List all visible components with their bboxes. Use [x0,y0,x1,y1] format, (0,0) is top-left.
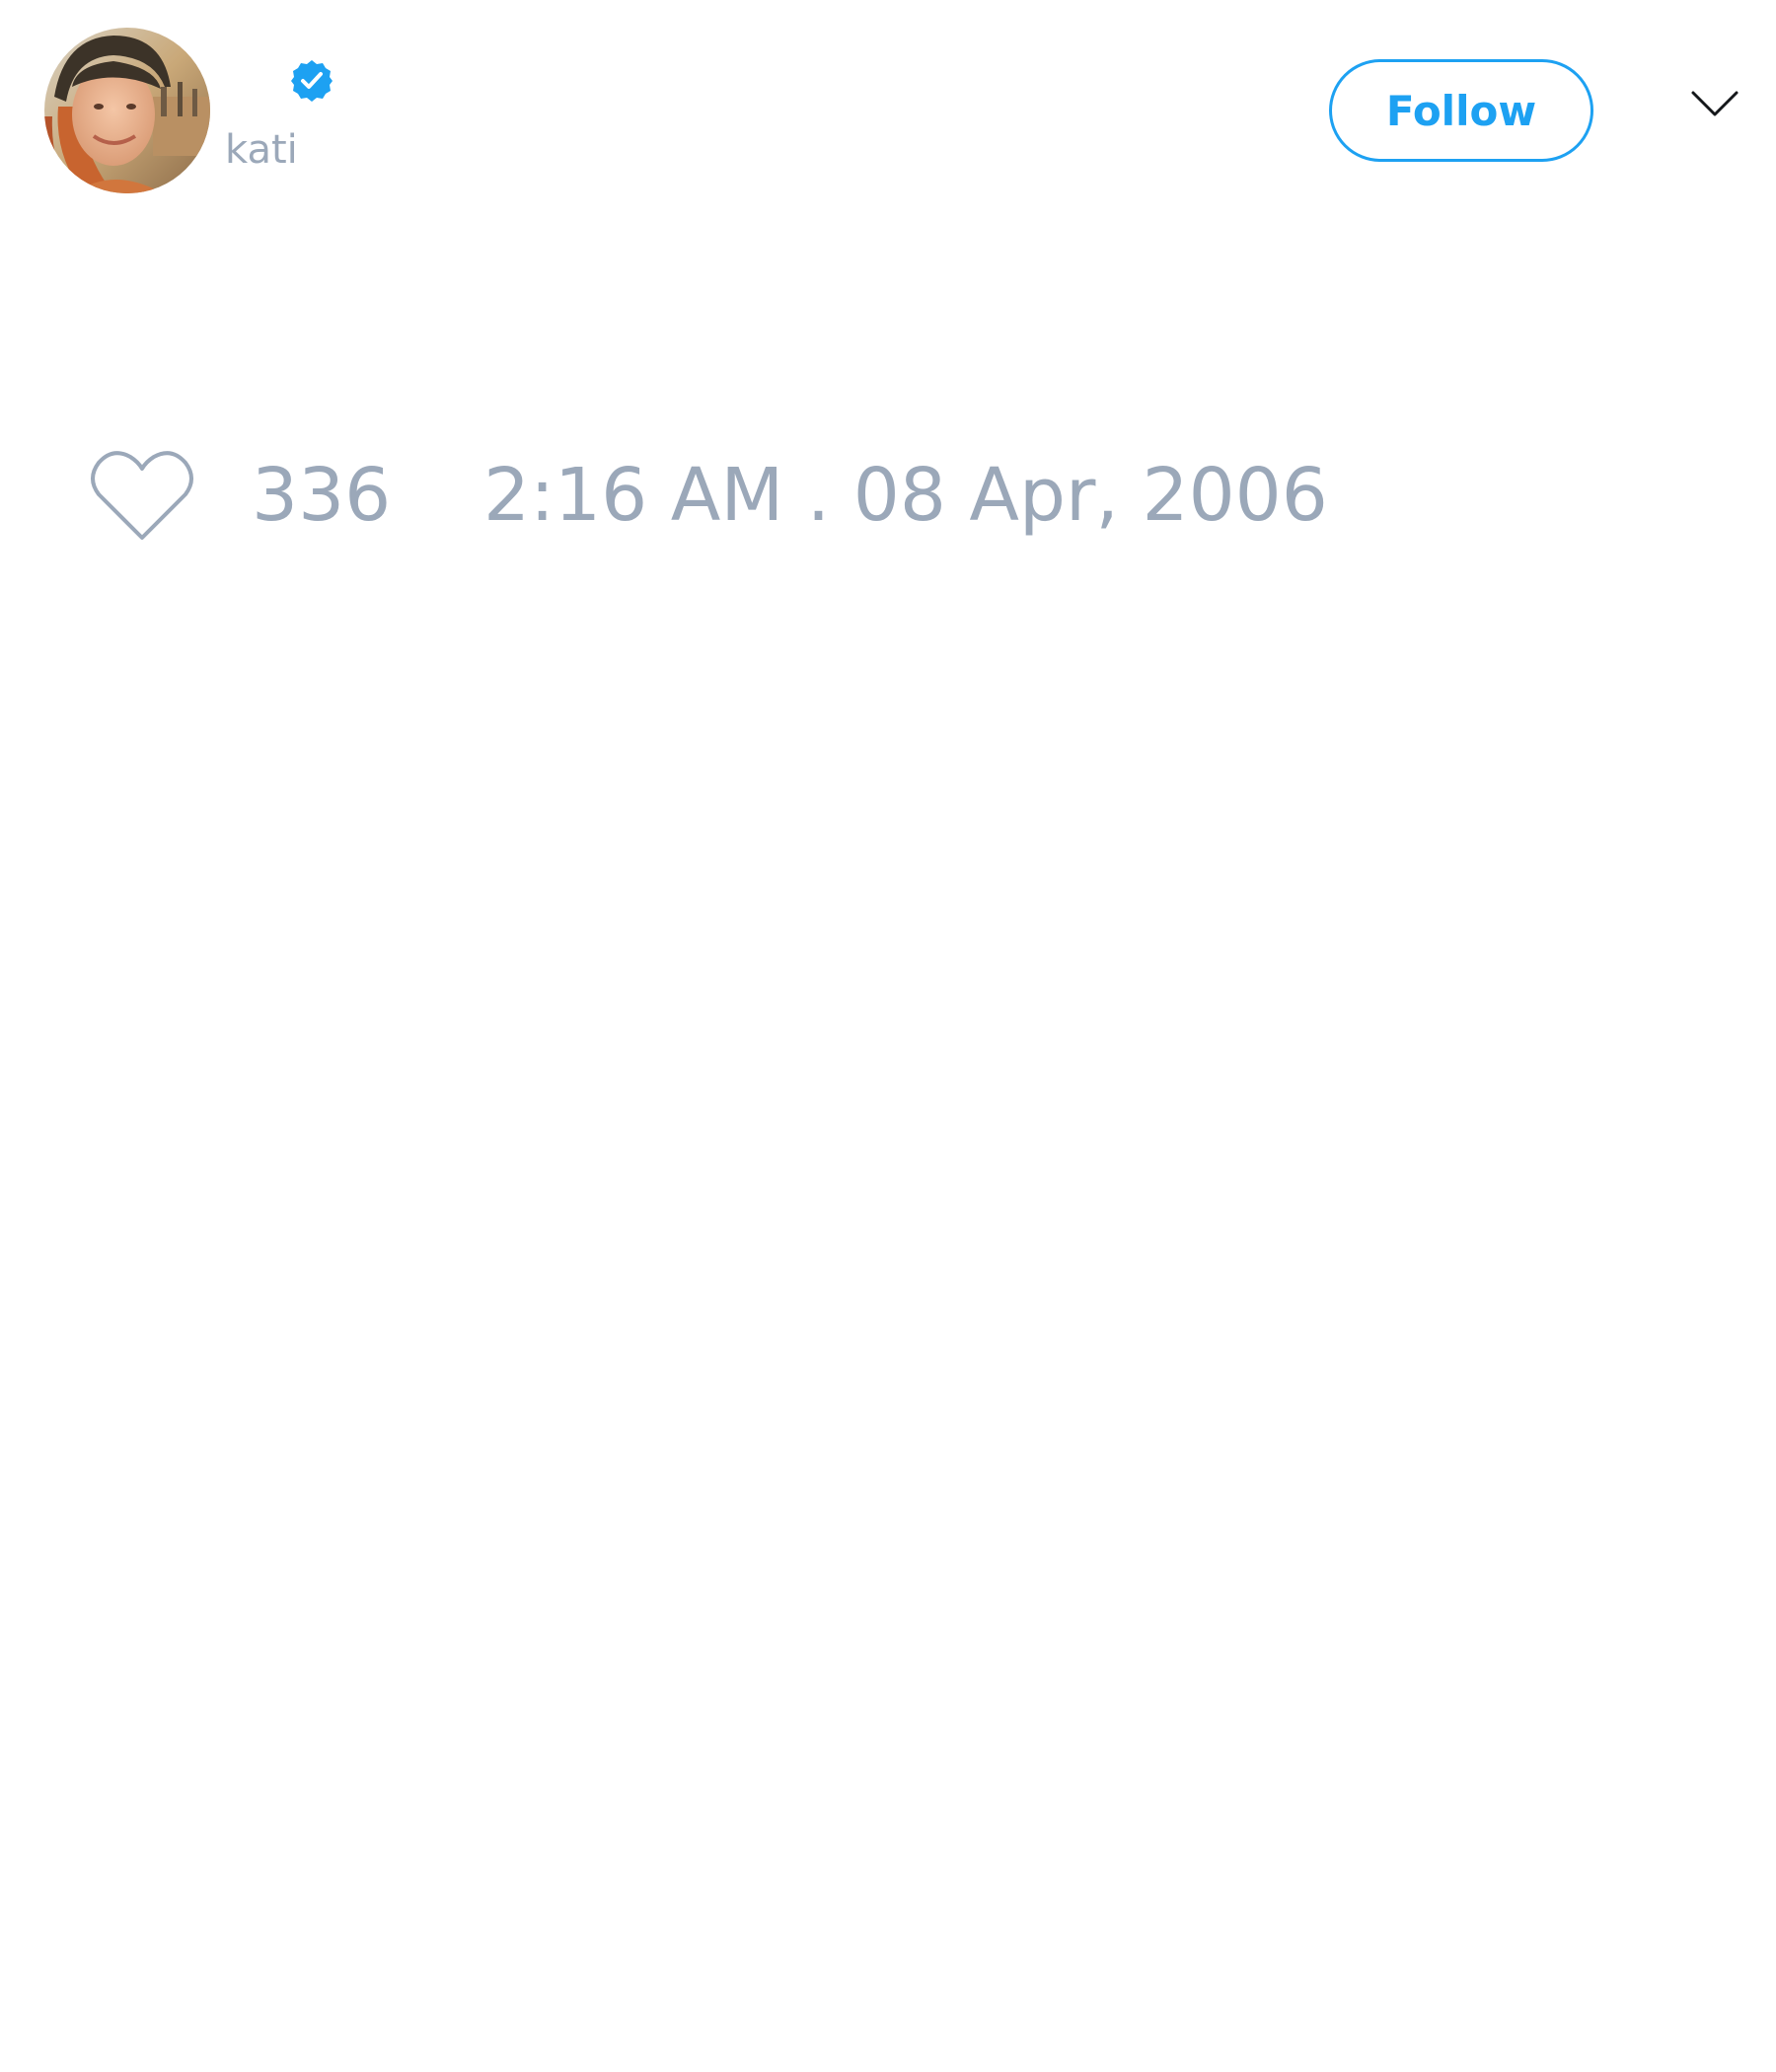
heart-outline-icon[interactable] [89,449,195,542]
timestamp[interactable]: 2:16 AM . 08 Apr, 2006 [483,454,1328,537]
user-handle[interactable]: kati [225,124,298,176]
chevron-down-icon[interactable] [1690,89,1739,118]
follow-button[interactable]: Follow [1329,59,1593,162]
verified-badge-icon [289,58,334,104]
tweet-card: kati Follow 336 2:16 AM . 08 Apr, 2006 [0,0,1776,2072]
avatar[interactable] [44,28,210,193]
like-count[interactable]: 336 [252,454,391,537]
avatar-photo [44,28,210,193]
